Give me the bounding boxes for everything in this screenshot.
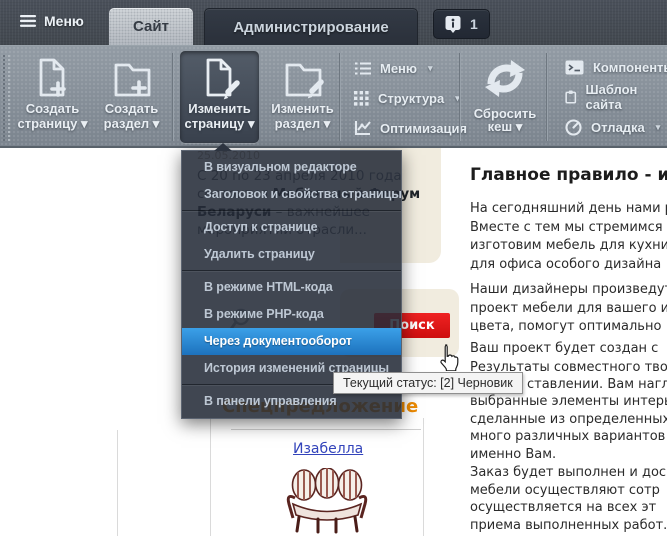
- product-link-izabella[interactable]: Изабелла: [293, 441, 363, 457]
- edit-section-button[interactable]: Изменить раздел ▾: [263, 51, 342, 143]
- components-button[interactable]: Компоненты ▾: [565, 57, 667, 77]
- main-menu-button[interactable]: Меню: [20, 13, 84, 29]
- menu-separator: [182, 210, 401, 212]
- toolbar-divider: [339, 53, 341, 141]
- menu-item-title-properties[interactable]: Заголовок и свойства страницы: [182, 181, 401, 208]
- structure-button[interactable]: Структура ▾: [354, 88, 460, 108]
- menu-item-workflow[interactable]: Через документооборот: [182, 328, 401, 355]
- menu-item-delete-page[interactable]: Удалить страницу: [182, 241, 401, 268]
- main-menu-label: Меню: [44, 13, 84, 29]
- article-paragraph: Наши дизайнеры произведут проект мебели …: [470, 282, 667, 334]
- toolbar-divider: [172, 53, 174, 141]
- menu-notch: [214, 143, 232, 151]
- gauge-icon: [565, 118, 582, 136]
- menu-dropdown-button[interactable]: Меню ▾: [354, 58, 433, 78]
- toolbar-divider: [459, 53, 461, 141]
- doc-pencil-icon: [206, 58, 240, 100]
- clipboard-icon: [565, 90, 577, 104]
- debug-button[interactable]: Отладка ▾: [565, 117, 660, 137]
- terminal-icon: [565, 60, 584, 74]
- article-paragraph: Заказ будет выполнен и дос мебели осущес…: [470, 465, 667, 533]
- layout-divider: [210, 418, 211, 536]
- layout-divider: [423, 418, 424, 536]
- notification-count: 1: [470, 16, 478, 32]
- hamburger-icon: [20, 15, 36, 27]
- layout-divider: [231, 429, 421, 430]
- edit-page-button[interactable]: Изменить страницу ▾: [180, 51, 259, 143]
- reset-cache-button[interactable]: Сбросить кеш ▾: [462, 51, 548, 143]
- tab-site[interactable]: Сайт: [109, 8, 193, 45]
- create-page-button[interactable]: Создать страницу ▾: [13, 51, 92, 143]
- menu-item-php-mode[interactable]: В режиме PHP-кода: [182, 301, 401, 328]
- layout-divider: [117, 430, 118, 536]
- chevron-down-icon: ▾: [655, 121, 661, 132]
- article-paragraph: выбранные элементы интерь сделанные из о…: [470, 394, 667, 462]
- menu-item-html-mode[interactable]: В режиме HTML-кода: [182, 274, 401, 301]
- article-paragraph: ставлении. Вам наглядн: [527, 377, 667, 392]
- menu-item-visual-editor[interactable]: В визуальном редакторе: [182, 154, 401, 181]
- info-bubble-icon: [445, 15, 461, 33]
- chart-icon: [354, 121, 371, 136]
- toolbar-drag-handle[interactable]: [3, 55, 10, 141]
- folder-pencil-icon: [285, 63, 324, 99]
- article-paragraph: На сегодняшний день нами р Вместе с тем …: [470, 201, 667, 272]
- tab-admin[interactable]: Администрирование: [204, 8, 418, 46]
- topbar: Меню Сайт Администрирование 1: [0, 0, 667, 46]
- article-heading: Главное правило - инд: [470, 165, 667, 185]
- chevron-down-icon: ▾: [428, 62, 433, 73]
- grid-icon: [354, 90, 369, 106]
- menu-item-page-access[interactable]: Доступ к странице: [182, 214, 401, 241]
- doc-plus-icon: [39, 58, 66, 97]
- notification-button[interactable]: 1: [433, 9, 490, 39]
- refresh-icon: [485, 60, 525, 97]
- create-section-button[interactable]: Создать раздел ▾: [92, 51, 171, 143]
- toolbar: Создать страницу ▾ Создать раздел ▾ Изме…: [0, 45, 667, 148]
- toolbar-divider: [546, 53, 548, 141]
- screen: 25.05.2010 С 20 по 23 апреля 2010 года с…: [0, 0, 667, 536]
- list-icon: [355, 61, 371, 75]
- status-tooltip: Текущий статус: [2] Черновик: [333, 372, 523, 394]
- menu-separator: [182, 270, 401, 272]
- site-template-button[interactable]: Шаблон сайта: [565, 82, 667, 112]
- sofa-image[interactable]: [286, 468, 368, 534]
- folder-plus-icon: [114, 63, 150, 97]
